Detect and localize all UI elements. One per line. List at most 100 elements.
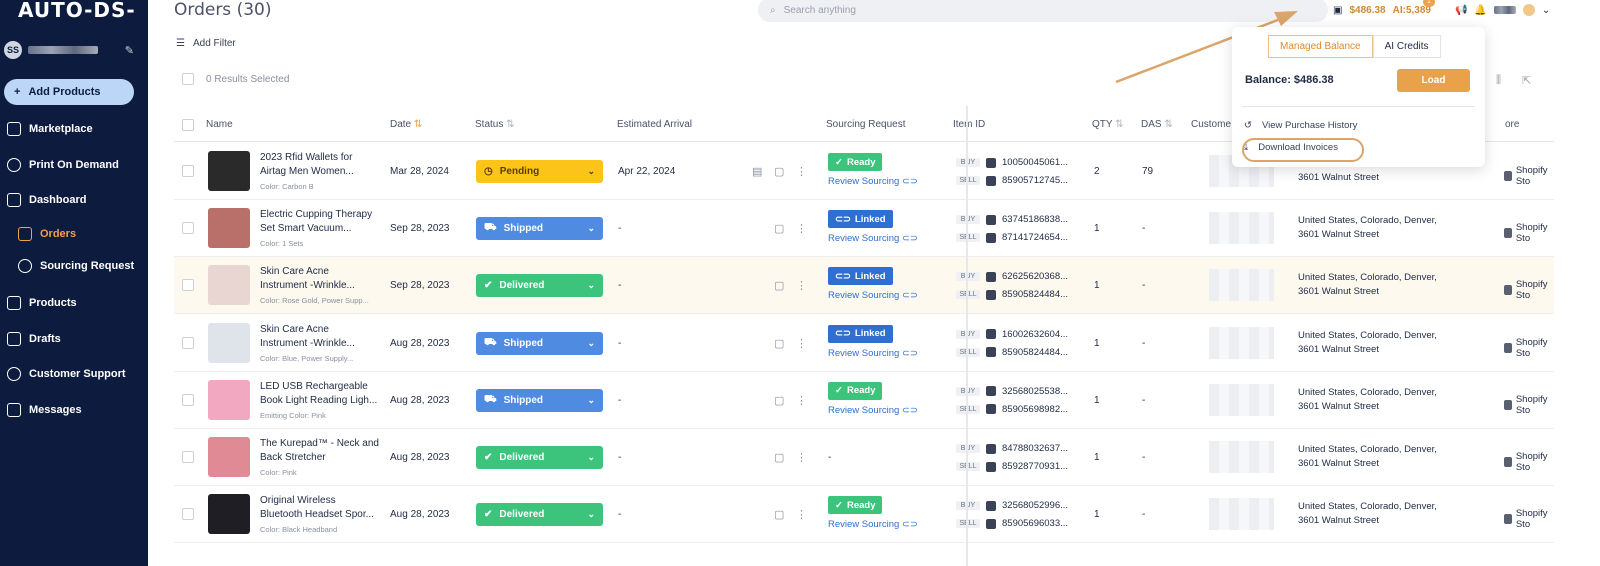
comment-icon[interactable]: ▢ [774, 337, 784, 350]
col-sourcing[interactable]: Sourcing Request [826, 119, 906, 130]
user-profile[interactable]: SS ✎ [4, 41, 134, 59]
comment-icon[interactable]: ▢ [774, 222, 784, 235]
row-checkbox[interactable] [182, 165, 194, 177]
note-icon[interactable]: ▤ [752, 165, 762, 178]
more-icon[interactable]: ⋮ [796, 165, 807, 178]
sell-item-id[interactable]: SELL 85905698982... [956, 404, 1068, 415]
buy-item-id[interactable]: BUY 16002632604... [956, 329, 1068, 340]
row-checkbox[interactable] [182, 222, 194, 235]
sidebar-item-customer-support[interactable]: Customer Support [0, 364, 148, 384]
status-dropdown[interactable]: ⛟ Shipped ⌄ [476, 331, 603, 355]
shipping-address: United States, Colorado, Denver, 3601 Wa… [1298, 215, 1437, 241]
table-row[interactable]: Electric Cupping Therapy Set Smart Vacuu… [174, 200, 1554, 258]
sourcing-badge[interactable]: ✓ Ready [828, 153, 883, 171]
sourcing-badge[interactable]: ⊂⊃ Linked [828, 210, 893, 229]
comment-icon[interactable]: ▢ [774, 451, 784, 464]
col-date[interactable]: Date ⇅ [390, 119, 422, 130]
review-sourcing-link[interactable]: Review Sourcing ⊂⊃ [828, 176, 918, 187]
more-icon[interactable]: ⋮ [796, 394, 807, 407]
sell-item-id[interactable]: SELL 85905824484... [956, 289, 1068, 300]
col-item-id[interactable]: Item ID [953, 119, 985, 130]
comment-icon[interactable]: ▢ [774, 279, 784, 292]
row-checkbox[interactable] [182, 393, 194, 406]
status-dropdown[interactable]: ✔ Delivered ⌄ [476, 446, 603, 469]
col-customer[interactable]: Custome [1191, 119, 1231, 130]
buy-item-id[interactable]: BUY 84788032637... [956, 443, 1068, 454]
row-checkbox[interactable] [182, 451, 194, 463]
product-name[interactable]: Skin Care Acne Instrument -Wrinkle... [260, 323, 385, 351]
table-row[interactable]: Skin Care Acne Instrument -Wrinkle... Col… [174, 257, 1554, 315]
col-name[interactable]: Name [206, 119, 233, 130]
status-dropdown[interactable]: ◷ Pending ⌄ [476, 160, 603, 183]
tab-ai-credits[interactable]: AI Credits [1372, 35, 1441, 58]
sourcing-badge[interactable]: ⊂⊃ Linked [828, 324, 893, 343]
table-row[interactable]: The Kurepad™ - Neck and Back Stretcher Co… [174, 429, 1554, 486]
view-purchase-history-link[interactable]: ↺ View Purchase History [1244, 120, 1357, 131]
header-checkbox[interactable] [182, 119, 194, 131]
review-sourcing-link[interactable]: Review Sourcing ⊂⊃ [828, 519, 918, 530]
product-name[interactable]: Electric Cupping Therapy Set Smart Vacuu… [260, 208, 385, 236]
sourcing-badge[interactable]: ⊂⊃ Linked [828, 267, 893, 286]
more-icon[interactable]: ⋮ [796, 337, 807, 350]
product-name[interactable]: 2023 Rfid Wallets for Airtag Men Women..… [260, 151, 385, 179]
review-sourcing-link[interactable]: Review Sourcing ⊂⊃ [828, 233, 918, 244]
sourcing-badge[interactable]: ✓ Ready [828, 496, 883, 515]
row-checkbox[interactable] [182, 279, 194, 292]
table-row[interactable]: Original Wireless Bluetooth Headset Spor… [174, 486, 1554, 544]
review-sourcing-link[interactable]: Review Sourcing ⊂⊃ [828, 290, 918, 301]
sell-item-id[interactable]: SELL 85928770931... [956, 461, 1068, 472]
sell-item-id[interactable]: SELL 85905696033... [956, 518, 1068, 529]
status-dropdown[interactable]: ⛟ Shipped ⌄ [476, 388, 603, 412]
product-name[interactable]: Skin Care Acne Instrument -Wrinkle... [260, 265, 385, 293]
sell-item-id[interactable]: SELL 87141724654... [956, 232, 1068, 243]
row-checkbox[interactable] [182, 336, 194, 349]
review-sourcing-link[interactable]: Review Sourcing ⊂⊃ [828, 348, 918, 359]
product-name[interactable]: LED USB Rechargeable Book Light Reading … [260, 380, 385, 408]
col-arrival[interactable]: Estimated Arrival [617, 119, 692, 130]
product-name[interactable]: Original Wireless Bluetooth Headset Spor… [260, 494, 385, 522]
buy-item-id[interactable]: BUY 32568052996... [956, 500, 1068, 511]
row-checkbox[interactable] [182, 508, 194, 521]
store-name: Shopify Sto [1504, 222, 1554, 244]
col-das[interactable]: DAS ⇅ [1141, 119, 1173, 130]
more-icon[interactable]: ⋮ [796, 279, 807, 292]
buy-item-id[interactable]: BUY 10050045061... [956, 157, 1068, 168]
buy-item-id[interactable]: BUY 63745186838... [956, 214, 1068, 225]
sidebar-item-sourcing-request[interactable]: Sourcing Request [0, 256, 148, 276]
sidebar-item-dashboard[interactable]: Dashboard [0, 190, 148, 210]
buy-item-id[interactable]: BUY 62625620368... [956, 271, 1068, 282]
buy-item-id[interactable]: BUY 32568025538... [956, 386, 1068, 397]
chevron-down-icon: ⌄ [587, 166, 595, 176]
sourcing-badge[interactable]: ✓ Ready [828, 381, 883, 400]
status-dropdown[interactable]: ✔ Delivered ⌄ [476, 503, 603, 527]
sell-tag: SELL [956, 519, 980, 529]
review-sourcing-link[interactable]: Review Sourcing ⊂⊃ [828, 405, 918, 416]
sidebar-item-drafts[interactable]: Drafts [0, 329, 148, 349]
sidebar-item-marketplace[interactable]: Marketplace [0, 119, 148, 139]
sell-item-id[interactable]: SELL 85905824484... [956, 347, 1068, 358]
sell-item-id[interactable]: SELL 85905712745... [956, 175, 1068, 186]
more-icon[interactable]: ⋮ [796, 451, 807, 464]
product-name[interactable]: The Kurepad™ - Neck and Back Stretcher [260, 437, 385, 465]
status-dropdown[interactable]: ⛟ Shipped ⌄ [476, 217, 603, 241]
comment-icon[interactable]: ▢ [774, 508, 784, 521]
sidebar-item-print-on-demand[interactable]: Print On Demand [0, 155, 148, 175]
sidebar-item-messages[interactable]: Messages [0, 400, 148, 420]
tab-managed-balance[interactable]: Managed Balance [1268, 35, 1373, 58]
sidebar-item-orders[interactable]: Orders [0, 224, 148, 244]
col-status[interactable]: Status ⇅ [475, 119, 515, 130]
app-logo[interactable]: AUTO-DS- [18, 0, 136, 22]
comment-icon[interactable]: ▢ [774, 394, 784, 407]
more-icon[interactable]: ⋮ [796, 222, 807, 235]
add-products-button[interactable]: + Add Products [4, 79, 134, 105]
table-row[interactable]: Skin Care Acne Instrument -Wrinkle... Col… [174, 315, 1554, 372]
col-qty[interactable]: QTY ⇅ [1092, 119, 1124, 130]
more-icon[interactable]: ⋮ [796, 508, 807, 521]
edit-icon[interactable]: ✎ [125, 44, 134, 57]
load-button[interactable]: Load [1397, 69, 1470, 92]
comment-icon[interactable]: ▢ [774, 165, 784, 178]
status-dropdown[interactable]: ✔ Delivered ⌄ [476, 274, 603, 298]
sidebar-item-products[interactable]: Products [0, 293, 148, 313]
col-store[interactable]: ore [1505, 119, 1519, 130]
table-row[interactable]: LED USB Rechargeable Book Light Reading … [174, 372, 1554, 429]
